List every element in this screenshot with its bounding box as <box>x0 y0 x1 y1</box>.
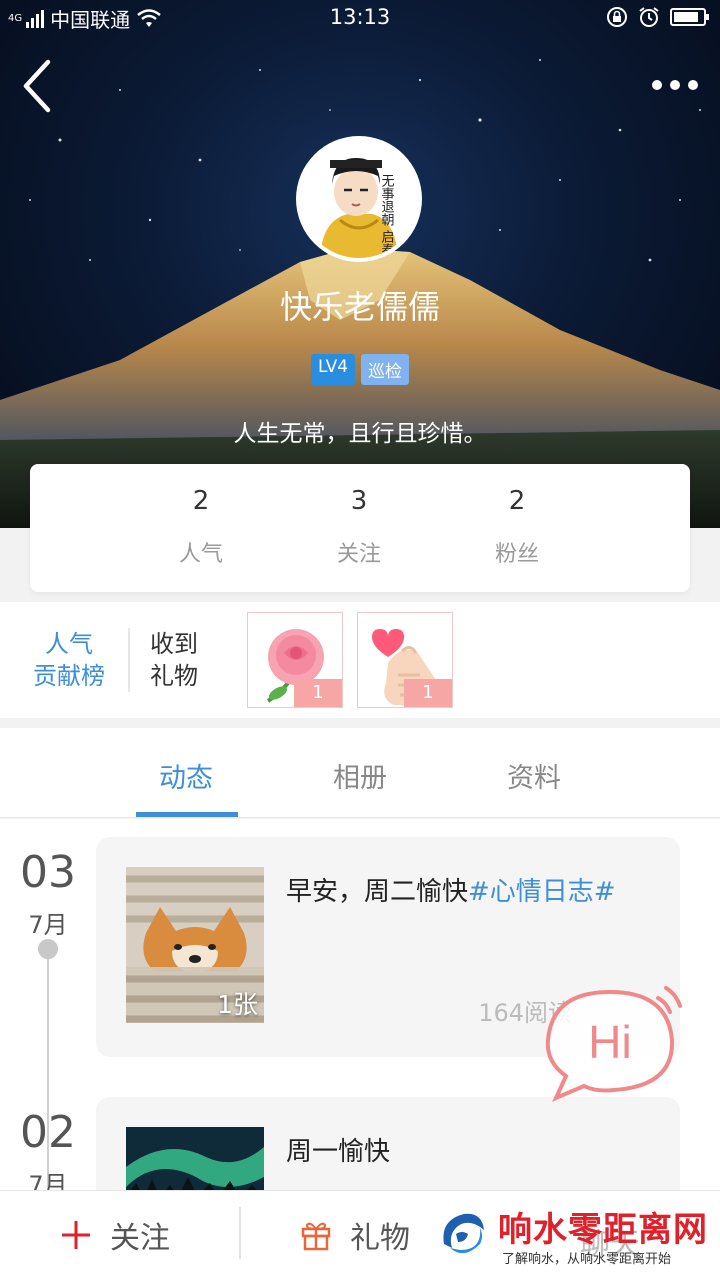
alarm-icon <box>639 7 659 27</box>
gifts-row: 人气 贡献榜 收到 礼物 1 1 <box>0 602 720 718</box>
battery-icon <box>670 8 709 26</box>
stat-value: 2 <box>192 486 210 516</box>
back-button[interactable] <box>18 58 62 114</box>
hi-bubble-icon: Hi <box>545 986 682 1102</box>
gift-count: 1 <box>294 679 342 707</box>
tab-moments[interactable]: 动态 <box>136 756 236 795</box>
site-logo-icon <box>432 1206 490 1264</box>
hi-text: Hi <box>588 1016 631 1068</box>
more-dot-icon <box>670 80 680 90</box>
role-badge: 巡检 <box>361 354 410 385</box>
stat-value: 3 <box>350 486 368 516</box>
post-date-day: 02 <box>20 1107 76 1158</box>
timeline-dot <box>38 939 58 959</box>
post-text: 周一愉快 <box>286 1131 390 1168</box>
follow-label: 关注 <box>110 1221 170 1256</box>
received-gifts-label: 收到 礼物 <box>150 628 210 692</box>
profile-motto: 人生无常，且行且珍惜。 <box>233 421 487 447</box>
watermark-title: 响水零距离网 <box>498 1210 708 1250</box>
stat-popularity[interactable]: 2 人气 <box>146 486 256 568</box>
profile-screen: 4G 中国联通 13:13 无事退朝 启奏 快乐老儒儒 LV4 巡检 人生无常，… <box>0 0 720 1280</box>
avatar-image: 无事退朝 启奏 <box>300 140 418 258</box>
post-body: 早安，周二愉快 <box>286 877 469 907</box>
stat-fans[interactable]: 2 粉丝 <box>462 486 572 568</box>
rank-label-line2: 贡献榜 <box>33 662 105 690</box>
post-thumbnail[interactable]: 1张 <box>126 867 264 1023</box>
stat-value: 2 <box>508 486 526 516</box>
rotation-lock-icon <box>607 7 627 27</box>
more-dot-icon <box>688 80 698 90</box>
stats-card: 2 人气 3 关注 2 粉丝 <box>30 464 690 592</box>
tab-album[interactable]: 相册 <box>310 756 410 795</box>
post-text: 早安，周二愉快#心情日志# <box>286 871 616 908</box>
received-line2: 礼物 <box>150 662 198 690</box>
rank-label-line1: 人气 <box>45 630 93 658</box>
gift-label: 礼物 <box>350 1221 410 1256</box>
profile-header: 4G 中国联通 13:13 无事退朝 启奏 快乐老儒儒 LV4 巡检 人生无常，… <box>0 0 720 528</box>
more-options-button[interactable] <box>642 70 698 100</box>
stat-label: 关注 <box>336 542 381 567</box>
contribution-rank-link[interactable]: 人气 贡献榜 <box>26 628 112 692</box>
site-watermark: 响水零距离网 了解响水，从响水零距离开始 <box>430 1200 715 1272</box>
more-dot-icon <box>652 80 662 90</box>
avatar-caption: 无事退朝 启奏 <box>379 174 395 257</box>
chevron-left-icon <box>23 59 51 113</box>
post-photo <box>126 1127 264 1191</box>
gift-item[interactable]: 1 <box>247 612 343 708</box>
gift-icon <box>301 1222 331 1251</box>
status-bar: 4G 中国联通 13:13 <box>0 0 720 36</box>
gift-item[interactable]: 1 <box>357 612 453 708</box>
username: 快乐老儒儒 <box>279 288 440 326</box>
stat-label: 人气 <box>178 542 223 567</box>
avatar[interactable]: 无事退朝 启奏 <box>296 136 422 262</box>
header-background-image <box>0 59 720 528</box>
post-date-month: 7月 <box>28 911 68 939</box>
gift-count: 1 <box>404 679 452 707</box>
post-date-month: 7月 <box>28 1171 68 1191</box>
post-body: 周一愉快 <box>286 1137 391 1167</box>
tab-profile-info[interactable]: 资料 <box>484 756 584 795</box>
watermark-subtitle: 了解响水，从响水零距离开始 <box>502 1252 672 1267</box>
photo-count: 1张 <box>217 990 258 1019</box>
stat-label: 粉丝 <box>494 542 539 567</box>
gift-button[interactable]: 礼物 <box>300 1213 410 1257</box>
follow-button[interactable]: 关注 <box>60 1213 170 1257</box>
badges: LV4 巡检 <box>0 354 720 385</box>
post-thumbnail[interactable] <box>126 1127 264 1191</box>
say-hi-button[interactable]: Hi <box>540 982 690 1112</box>
profile-tabs: 动态 相册 资料 <box>0 728 720 818</box>
plus-icon <box>62 1221 90 1249</box>
active-tab-indicator <box>136 812 238 817</box>
received-line1: 收到 <box>150 630 198 658</box>
stat-following[interactable]: 3 关注 <box>304 486 414 568</box>
level-badge: LV4 <box>310 354 356 385</box>
post-hashtag[interactable]: #心情日志# <box>468 877 616 907</box>
divider <box>239 1207 241 1259</box>
post-date-day: 03 <box>20 847 76 898</box>
divider <box>128 628 130 692</box>
